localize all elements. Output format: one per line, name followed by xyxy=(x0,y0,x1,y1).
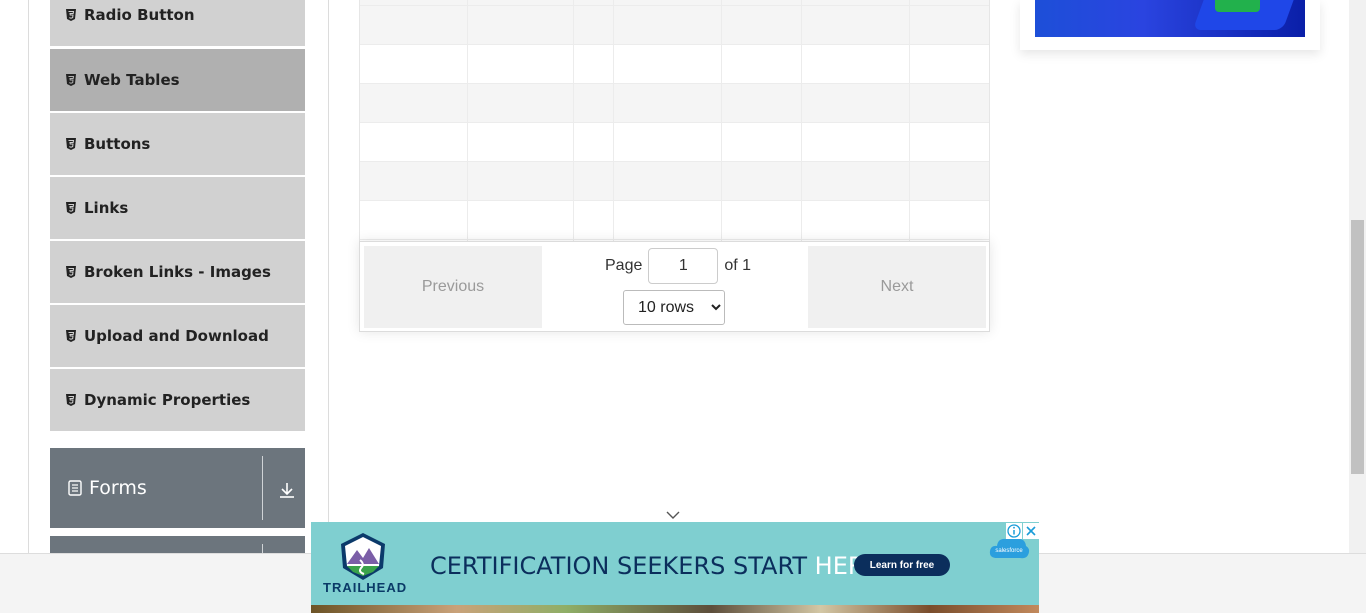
ad-brand: TRAILHEAD xyxy=(323,580,408,595)
table-row xyxy=(360,84,989,123)
previous-button[interactable]: Previous xyxy=(364,246,542,328)
table-row xyxy=(360,201,989,240)
sidebar-item-buttons[interactable]: Buttons xyxy=(50,113,305,175)
web-table xyxy=(359,0,990,242)
table-column-divider xyxy=(613,0,614,242)
ad-headline: CERTIFICATION SEEKERS START HERE. xyxy=(430,552,887,580)
sidebar-item-label: Links xyxy=(84,199,129,217)
page-label: Page xyxy=(605,257,643,274)
learn-for-free-button[interactable]: Learn for free xyxy=(854,554,950,576)
sidebar-item-label: Buttons xyxy=(84,135,151,153)
sidebar-item-upload-and-download[interactable]: Upload and Download xyxy=(50,305,305,367)
side-ad-image xyxy=(1035,0,1305,37)
html5-icon xyxy=(66,394,76,406)
sidebar-item-radio-button[interactable]: Radio Button xyxy=(50,0,305,46)
sidebar-item-web-tables[interactable]: Web Tables xyxy=(50,49,305,111)
table-row xyxy=(360,6,989,45)
page-total-label: of 1 xyxy=(724,257,752,274)
table-row xyxy=(360,123,989,162)
close-icon[interactable] xyxy=(1023,523,1039,539)
trailhead-logo-icon xyxy=(341,533,385,580)
ad-headline-main: CERTIFICATION SEEKERS START xyxy=(430,552,815,580)
html5-icon xyxy=(66,9,76,21)
page-number-input[interactable] xyxy=(648,248,719,284)
sidebar-item-label: Upload and Download xyxy=(84,327,269,345)
html5-icon xyxy=(66,74,76,86)
ad-info-icon[interactable] xyxy=(1006,523,1022,539)
group-header-divider xyxy=(262,456,263,520)
page-indicator: Page of 1 xyxy=(605,248,805,284)
vertical-scrollbar[interactable] xyxy=(1349,0,1366,553)
table-column-divider xyxy=(721,0,722,242)
table-column-divider xyxy=(801,0,802,242)
html5-icon xyxy=(66,202,76,214)
bottom-ad-banner[interactable]: TRAILHEAD CERTIFICATION SEEKERS START HE… xyxy=(311,522,1039,613)
ad-sponsor: salesforce xyxy=(995,548,1023,554)
scrollbar-thumb[interactable] xyxy=(1351,220,1364,474)
rows-per-page-select[interactable]: 10 rows xyxy=(623,290,725,325)
html5-icon xyxy=(66,330,76,342)
sidebar-item-label: Dynamic Properties xyxy=(84,391,251,409)
table-column-divider xyxy=(909,0,910,242)
sidebar-item-dynamic-properties[interactable]: Dynamic Properties xyxy=(50,369,305,431)
download-arrow-icon[interactable] xyxy=(275,478,299,502)
form-icon xyxy=(68,480,82,496)
table-row xyxy=(360,162,989,201)
group-header-forms[interactable]: Forms xyxy=(50,448,305,528)
html5-icon xyxy=(66,266,76,278)
next-button[interactable]: Next xyxy=(808,246,986,328)
sidebar-item-label: Web Tables xyxy=(84,71,180,89)
ad-image-strip xyxy=(311,605,1039,613)
page: Radio Button Web Tables Buttons Links Br… xyxy=(0,0,1366,613)
sidebar-item-label: Radio Button xyxy=(84,6,195,24)
sidebar-item-label: Broken Links - Images xyxy=(84,263,271,281)
center-divider xyxy=(328,0,329,553)
side-ad-badge xyxy=(1215,0,1260,12)
table-row xyxy=(360,45,989,84)
pagination-bar: Previous Page of 1 10 rows Next xyxy=(359,241,990,332)
html5-icon xyxy=(66,138,76,150)
left-divider xyxy=(28,0,29,553)
sidebar-item-broken-links-images[interactable]: Broken Links - Images xyxy=(50,241,305,303)
table-column-divider xyxy=(467,0,468,242)
group-header-label: Forms xyxy=(89,477,147,499)
side-ad-banner[interactable] xyxy=(1020,0,1320,50)
chevron-down-icon[interactable] xyxy=(665,509,681,521)
sidebar-item-links[interactable]: Links xyxy=(50,177,305,239)
table-column-divider xyxy=(573,0,574,242)
